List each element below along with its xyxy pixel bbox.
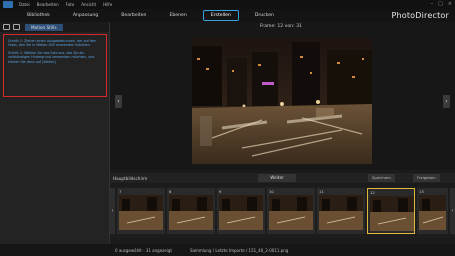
brand-logo: PhotoDirector — [391, 11, 449, 20]
thumbnail-7[interactable]: 7 — [117, 188, 165, 234]
thumbnail-12[interactable]: 12 — [367, 188, 415, 234]
window-controls: – □ × — [426, 1, 452, 8]
thumbnail-image — [169, 195, 213, 230]
instruction-step-1: Schritt 1: Ziehen einen Ausgabebrunnen, … — [8, 39, 97, 48]
filmstrip-scroll-right-button[interactable]: › — [450, 188, 455, 234]
thumbnail-number: 9 — [219, 189, 222, 194]
filmstrip: ‹ 7 8 9 10 11 12 13 › — [110, 186, 455, 238]
instruction-step-2: Schritt 2: Wählen Sie das Foto aus, das … — [8, 50, 95, 64]
thumbnail-number: 10 — [269, 189, 274, 194]
thumbnail-number: 11 — [319, 189, 324, 194]
back-icon[interactable] — [13, 24, 20, 30]
tab-edit[interactable]: Bearbeiten — [114, 11, 153, 20]
menu-bar: Datei Bearbeiten Foto Ansicht Hilfe – □ … — [0, 0, 455, 9]
save-button[interactable]: Speichern — [368, 174, 395, 182]
preview-photo[interactable] — [192, 38, 372, 164]
app-logo-icon[interactable] — [3, 1, 13, 8]
left-panel-toolbar: Motion Stills — [0, 22, 109, 32]
thumbnail-image — [219, 195, 263, 230]
filmstrip-scroll-left-button[interactable]: ‹ — [110, 188, 115, 234]
thumbnail-image — [119, 195, 163, 230]
menu-file[interactable]: Datei — [19, 2, 30, 7]
left-panel: Motion Stills Schritt 1: Ziehen einen Au… — [0, 22, 110, 256]
collection-path: Sammlung / Letzte Importe / 151_46_2-001… — [189, 247, 289, 253]
tab-layers[interactable]: Ebenen — [162, 11, 193, 20]
status-bar: 0 ausgewählt - 31 angezeigt Sammlung / L… — [0, 244, 455, 256]
tab-create[interactable]: Erstellen — [202, 10, 239, 21]
filmstrip-toolbar: Hauptbildschirm Weiter Speichern Freigeb… — [110, 173, 455, 183]
release-button[interactable]: Freigeben — [413, 174, 440, 182]
thumbnail-number: 12 — [370, 190, 375, 195]
thumbnail-number: 7 — [119, 189, 122, 194]
previous-frame-button[interactable]: ‹ — [115, 95, 122, 108]
folder-label[interactable]: Hauptbildschirm — [113, 176, 147, 181]
thumbnail-11[interactable]: 11 — [317, 188, 365, 234]
thumbnail-number: 13 — [419, 189, 424, 194]
thumbnail-number: 8 — [169, 189, 172, 194]
module-tabs: Bibliothek Anpassung Bearbeiten Ebenen E… — [0, 9, 455, 22]
thumbnail-image — [419, 195, 446, 230]
menu-photo[interactable]: Foto — [66, 2, 75, 7]
tab-library[interactable]: Bibliothek — [20, 11, 57, 20]
frame-counter: Frame: 12 von: 31 — [260, 24, 302, 29]
thumbnail-13[interactable]: 13 — [417, 188, 448, 234]
maximize-icon[interactable]: □ — [438, 1, 443, 8]
folder-icon[interactable] — [3, 24, 10, 30]
thumbnail-image — [370, 196, 414, 231]
preview-area: Frame: 12 von: 31 ‹ › — [110, 22, 455, 170]
thumbnail-10[interactable]: 10 — [267, 188, 315, 234]
tab-print[interactable]: Drucken — [248, 11, 281, 20]
thumbnail-image — [319, 195, 363, 230]
thumbnail-image — [269, 195, 313, 230]
minimize-icon[interactable]: – — [431, 1, 434, 8]
instructions-box: Schritt 1: Ziehen einen Ausgabebrunnen, … — [3, 34, 107, 97]
thumbnail-8[interactable]: 8 — [167, 188, 215, 234]
menu-items: Datei Bearbeiten Foto Ansicht Hilfe — [19, 2, 119, 7]
menu-edit[interactable]: Bearbeiten — [37, 2, 59, 7]
tab-adjustment[interactable]: Anpassung — [66, 11, 105, 20]
close-icon[interactable]: × — [448, 1, 452, 8]
next-button[interactable]: Weiter — [258, 174, 296, 182]
menu-help[interactable]: Hilfe — [103, 2, 112, 7]
night-street-photo — [192, 38, 372, 164]
menu-view[interactable]: Ansicht — [81, 2, 96, 7]
thumbnail-9[interactable]: 9 — [217, 188, 265, 234]
panel-title: Motion Stills — [25, 23, 63, 31]
selection-count: 0 ausgewählt - 31 angezeigt — [115, 247, 172, 253]
next-frame-button[interactable]: › — [443, 95, 450, 108]
